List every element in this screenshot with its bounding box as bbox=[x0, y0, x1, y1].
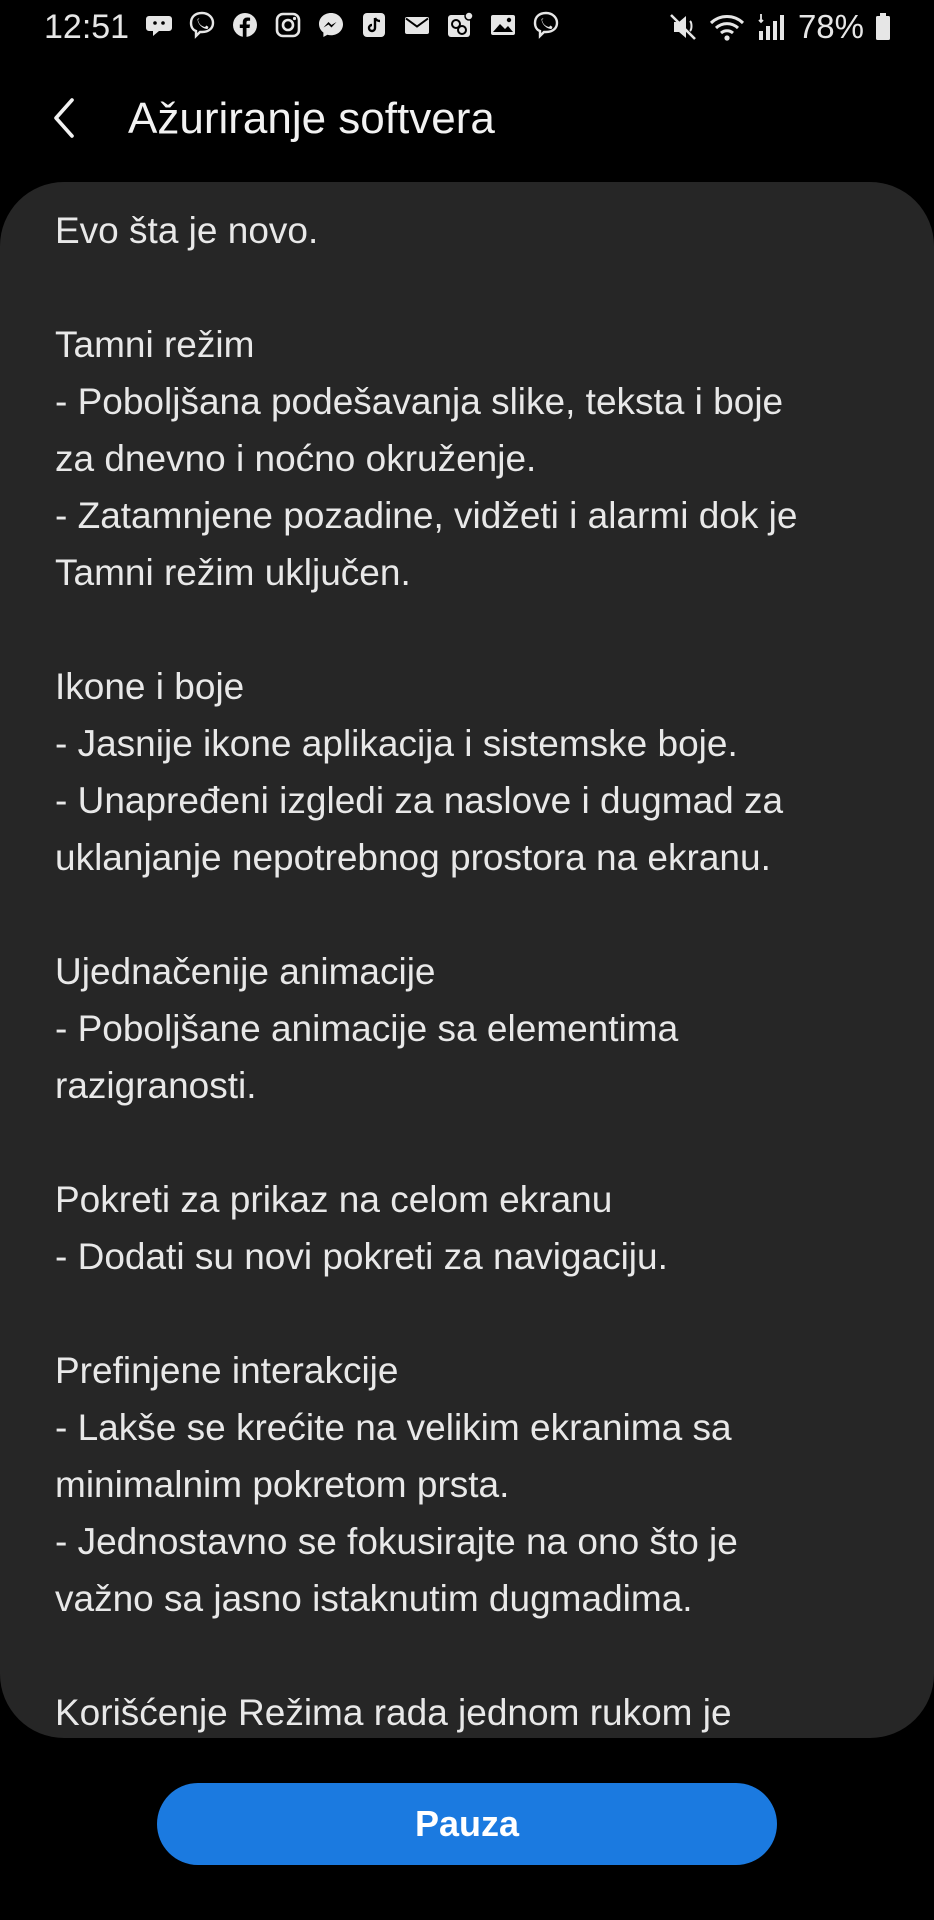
status-bar: 12:51 78% bbox=[0, 0, 934, 58]
release-note-line: Tamni režim bbox=[55, 324, 255, 365]
release-note-line: - Zatamnjene pozadine, vidžeti i alarmi … bbox=[55, 495, 798, 536]
release-note-line: - Poboljšana podešavanja slike, teksta i… bbox=[55, 381, 784, 422]
battery-icon bbox=[874, 11, 892, 43]
release-note-line: - Jasnije ikone aplikacija i sistemske b… bbox=[55, 723, 738, 764]
release-notes-card[interactable]: Evo šta je novo. Tamni režim - Poboljšana … bbox=[0, 182, 934, 1738]
pause-button[interactable]: Pauza bbox=[157, 1783, 777, 1865]
release-note-line: - Poboljšane animacije sa elementima bbox=[55, 1008, 679, 1049]
release-note-line: Evo šta je novo. bbox=[55, 210, 319, 251]
app-bar: Ažuriranje softvera bbox=[0, 80, 934, 160]
release-note-line: - Jednostavno se fokusirajte na ono što … bbox=[55, 1521, 738, 1562]
signal-icon bbox=[756, 11, 788, 43]
release-note-line: uklanjanje nepotrebnog prostora na ekran… bbox=[55, 837, 771, 878]
release-note-line: Pokreti za prikaz na celom ekranu bbox=[55, 1179, 613, 1220]
release-note-line: važno sa jasno istaknutim dugmadima. bbox=[55, 1578, 693, 1619]
status-time: 12:51 bbox=[44, 8, 130, 46]
system-icons: 78% bbox=[668, 8, 892, 46]
viber-icon bbox=[531, 10, 561, 40]
battery-percentage: 78% bbox=[797, 8, 864, 45]
chat-bubble-icon bbox=[144, 10, 174, 40]
release-note-line: minimalnim pokretom prsta. bbox=[55, 1464, 510, 1505]
release-note-line: - Unapređeni izgledi za naslove i dugmad… bbox=[55, 780, 784, 821]
facebook-icon bbox=[230, 10, 260, 40]
viber-icon bbox=[187, 10, 217, 40]
release-note-line: razigranosti. bbox=[55, 1065, 257, 1106]
release-note-line: Prefinjene interakcije bbox=[55, 1350, 399, 1391]
release-note-line: - Lakše se krećite na velikim ekranima s… bbox=[55, 1407, 732, 1448]
tiktok-icon bbox=[359, 10, 389, 40]
release-note-line: Korišćenje Režima rada jednom rukom je bbox=[55, 1692, 732, 1733]
back-arrow-icon bbox=[50, 96, 80, 145]
mail-icon bbox=[402, 10, 432, 40]
wifi-icon bbox=[708, 11, 746, 43]
notification-icons bbox=[144, 10, 561, 40]
release-note-line: - Dodati su novi pokreti za navigaciju. bbox=[55, 1236, 668, 1277]
release-note-line: Ujednačenije animacije bbox=[55, 951, 436, 992]
release-notes-text: Evo šta je novo. Tamni režim - Poboljšana … bbox=[55, 202, 885, 1738]
instagram-icon bbox=[273, 10, 303, 40]
gallery-badge-icon bbox=[445, 10, 475, 40]
release-note-line: za dnevno i noćno okruženje. bbox=[55, 438, 537, 479]
release-note-line: Ikone i boje bbox=[55, 666, 245, 707]
release-note-line: Tamni režim uključen. bbox=[55, 552, 411, 593]
back-button[interactable] bbox=[40, 92, 90, 148]
mute-icon bbox=[668, 11, 698, 43]
messenger-icon bbox=[316, 10, 346, 40]
page-title: Ažuriranje softvera bbox=[128, 94, 495, 143]
image-icon bbox=[488, 10, 518, 40]
